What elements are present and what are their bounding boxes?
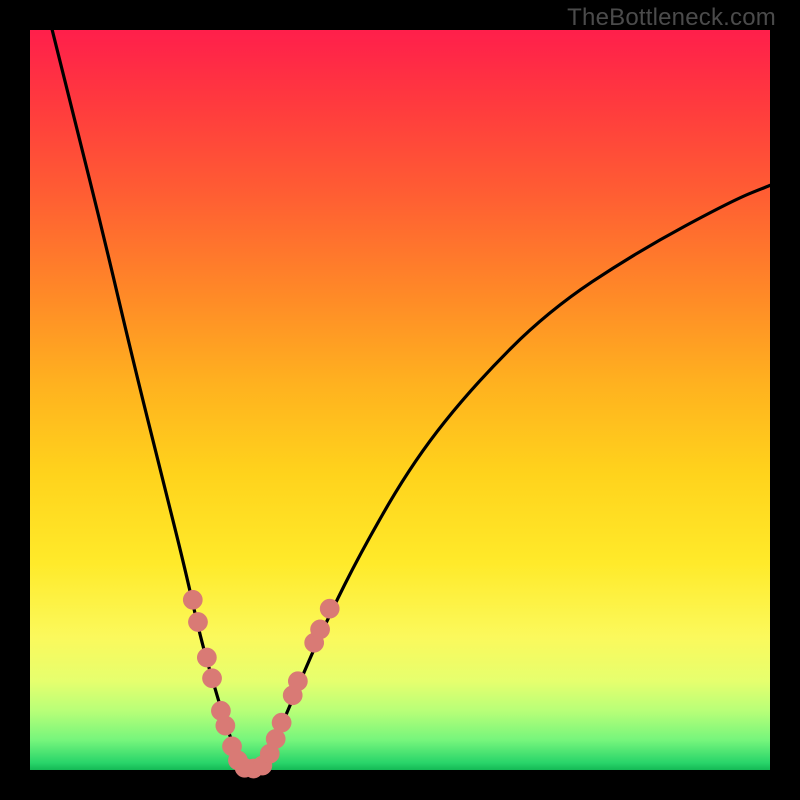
marker-dot <box>272 713 291 732</box>
marker-dot <box>310 620 329 639</box>
chart-svg <box>30 30 770 770</box>
plot-area <box>30 30 770 770</box>
marker-dot <box>188 612 207 631</box>
marker-group <box>183 590 339 778</box>
watermark-text: TheBottleneck.com <box>567 4 776 32</box>
marker-dot <box>197 648 216 667</box>
marker-dot <box>320 599 339 618</box>
chart-frame: TheBottleneck.com <box>0 0 800 800</box>
curve-right <box>248 185 770 770</box>
marker-dot <box>202 669 221 688</box>
curve-left <box>52 30 247 770</box>
marker-dot <box>183 590 202 609</box>
marker-dot <box>288 672 307 691</box>
marker-dot <box>216 716 235 735</box>
